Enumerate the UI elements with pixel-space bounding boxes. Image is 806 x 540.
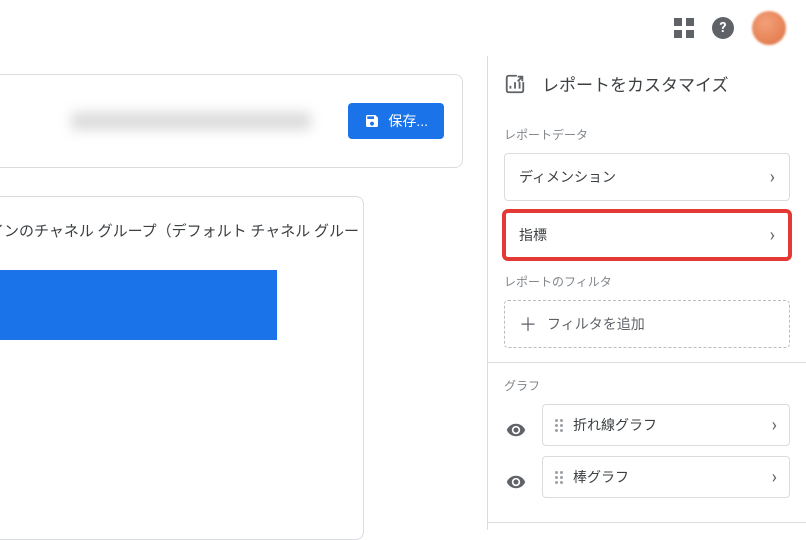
drag-handle-icon[interactable] (555, 419, 563, 432)
filter-section-label: レポートのフィルタ (504, 273, 790, 290)
filter-section: レポートのフィルタ ＋ フィルタを追加 (504, 273, 790, 348)
dimension-breakdown-label: インのチャネル グループ（デフォルト チャネル グルー (0, 221, 363, 242)
report-data-section: レポートデータ ディメンション › 指標 › (504, 126, 790, 259)
line-chart-item[interactable]: 折れ線グラフ › (542, 404, 790, 446)
chart-section: グラフ 折れ線グラフ › 棒グラフ › (504, 377, 790, 508)
customize-panel: レポートをカスタマイズ レポートデータ ディメンション › 指標 › レポートの… (488, 56, 806, 530)
customize-icon (504, 73, 526, 95)
main-content: 保存... インのチャネル グループ（デフォルト チャネル グルー (0, 56, 487, 530)
eye-icon (506, 420, 526, 440)
chevron-right-icon: › (772, 415, 777, 436)
chevron-right-icon: › (770, 225, 775, 246)
save-button[interactable]: 保存... (348, 103, 444, 139)
add-filter-button[interactable]: ＋ フィルタを追加 (504, 300, 790, 348)
section-divider (488, 522, 806, 523)
dimension-selector-label: ディメンション (519, 167, 616, 187)
save-icon (364, 113, 380, 129)
report-data-label: レポートデータ (504, 126, 790, 143)
avatar[interactable] (752, 11, 786, 45)
report-body-card: インのチャネル グループ（デフォルト チャネル グルー (0, 196, 364, 540)
chart-bar (0, 270, 277, 340)
panel-header: レポートをカスタマイズ (504, 56, 790, 112)
metric-selector[interactable]: 指標 › (504, 211, 790, 259)
dimension-selector[interactable]: ディメンション › (504, 153, 790, 201)
section-divider (488, 362, 806, 363)
metric-selector-label: 指標 (519, 225, 547, 245)
panel-title: レポートをカスタマイズ (542, 71, 729, 96)
line-chart-row-wrap: 折れ線グラフ › (504, 404, 790, 456)
apps-icon[interactable] (674, 18, 694, 38)
top-bar: ? (0, 0, 806, 56)
visibility-toggle-line[interactable] (504, 420, 528, 440)
save-button-label: 保存... (388, 111, 428, 131)
report-header-card: 保存... (0, 74, 463, 168)
add-filter-label: フィルタを追加 (547, 314, 645, 334)
report-title-blurred (71, 112, 311, 130)
bar-chart-label: 棒グラフ (573, 467, 629, 487)
bar-chart-row-wrap: 棒グラフ › (504, 456, 790, 508)
line-chart-label: 折れ線グラフ (573, 415, 657, 435)
chevron-right-icon: › (770, 167, 775, 188)
eye-icon (506, 472, 526, 492)
bar-chart-item[interactable]: 棒グラフ › (542, 456, 790, 498)
chevron-right-icon: › (772, 467, 777, 488)
drag-handle-icon[interactable] (555, 471, 563, 484)
chart-section-label: グラフ (504, 377, 790, 394)
help-icon[interactable]: ? (712, 17, 734, 39)
plus-icon: ＋ (519, 311, 537, 337)
visibility-toggle-bar[interactable] (504, 472, 528, 492)
